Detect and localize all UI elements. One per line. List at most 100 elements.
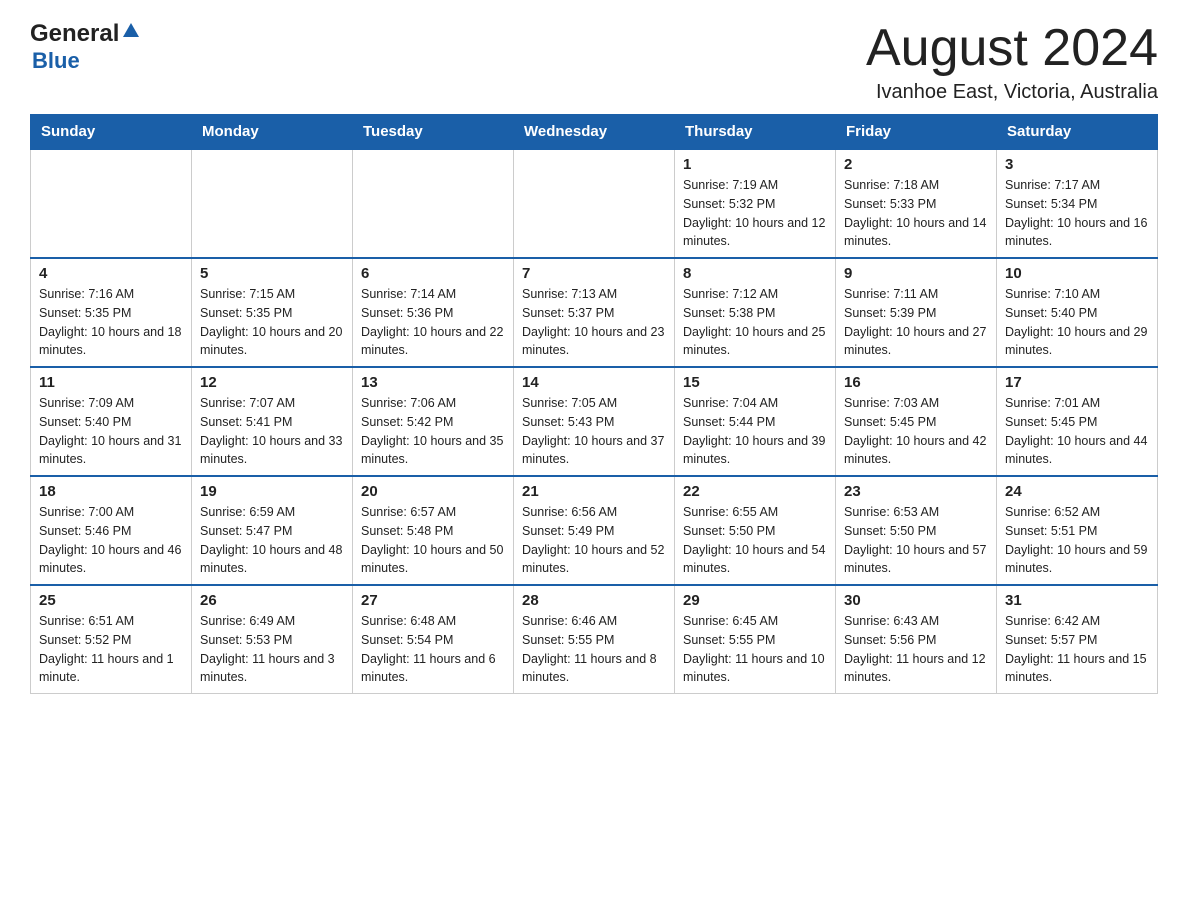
col-friday: Friday (836, 115, 997, 150)
day-number: 7 (522, 265, 666, 282)
calendar-week-row: 4 Sunrise: 7:16 AMSunset: 5:35 PMDaylight… (31, 258, 1158, 367)
day-info: Sunrise: 6:51 AMSunset: 5:52 PMDaylight:… (39, 614, 174, 684)
table-row: 24 Sunrise: 6:52 AMSunset: 5:51 PMDayligh… (997, 476, 1158, 585)
table-row: 9Sunrise: 7:11 AMSunset: 5:39 PMDaylight… (836, 258, 997, 367)
day-info: Sunrise: 6:45 AMSunset: 5:55 PMDaylight:… (683, 614, 825, 684)
table-row: 6Sunrise: 7:14 AMSunset: 5:36 PMDaylight… (353, 258, 514, 367)
table-row: 14Sunrise: 7:05 AMSunset: 5:43 PMDayligh… (514, 367, 675, 476)
col-wednesday: Wednesday (514, 115, 675, 150)
day-info: Sunrise: 6:52 AMSunset: 5:51 PMDaylight:… (1005, 505, 1147, 575)
day-info: Sunrise: 7:18 AMSunset: 5:33 PMDaylight:… (844, 178, 986, 248)
table-row: 16 Sunrise: 7:03 AMSunset: 5:45 PMDayligh… (836, 367, 997, 476)
day-number: 2 (844, 156, 988, 173)
day-info: Sunrise: 6:57 AMSunset: 5:48 PMDaylight:… (361, 505, 503, 575)
table-row: 3 Sunrise: 7:17 AMSunset: 5:34 PMDaylight… (997, 149, 1158, 258)
calendar-week-row: 1 Sunrise: 7:19 AMSunset: 5:32 PMDaylight… (31, 149, 1158, 258)
day-number: 29 (683, 592, 827, 609)
table-row: 12 Sunrise: 7:07 AMSunset: 5:41 PMDayligh… (192, 367, 353, 476)
day-number: 17 (1005, 374, 1149, 391)
table-row: 8 Sunrise: 7:12 AMSunset: 5:38 PMDaylight… (675, 258, 836, 367)
table-row: 31Sunrise: 6:42 AMSunset: 5:57 PMDayligh… (997, 585, 1158, 694)
table-row: 19 Sunrise: 6:59 AMSunset: 5:47 PMDayligh… (192, 476, 353, 585)
table-row: 13 Sunrise: 7:06 AMSunset: 5:42 PMDayligh… (353, 367, 514, 476)
page-header: General Blue August 2024 Ivanhoe East, V… (30, 20, 1158, 104)
day-info: Sunrise: 6:48 AMSunset: 5:54 PMDaylight:… (361, 614, 496, 684)
day-info: Sunrise: 7:12 AMSunset: 5:38 PMDaylight:… (683, 287, 825, 357)
calendar-week-row: 25Sunrise: 6:51 AMSunset: 5:52 PMDayligh… (31, 585, 1158, 694)
table-row: 29 Sunrise: 6:45 AMSunset: 5:55 PMDayligh… (675, 585, 836, 694)
day-info: Sunrise: 7:01 AMSunset: 5:45 PMDaylight:… (1005, 396, 1147, 466)
day-info: Sunrise: 6:53 AMSunset: 5:50 PMDaylight:… (844, 505, 986, 575)
table-row: 18Sunrise: 7:00 AMSunset: 5:46 PMDayligh… (31, 476, 192, 585)
table-row: 2 Sunrise: 7:18 AMSunset: 5:33 PMDaylight… (836, 149, 997, 258)
table-row: 7 Sunrise: 7:13 AMSunset: 5:37 PMDaylight… (514, 258, 675, 367)
day-info: Sunrise: 6:59 AMSunset: 5:47 PMDaylight:… (200, 505, 342, 575)
col-tuesday: Tuesday (353, 115, 514, 150)
table-row: 22 Sunrise: 6:55 AMSunset: 5:50 PMDayligh… (675, 476, 836, 585)
table-row (31, 149, 192, 258)
day-number: 3 (1005, 156, 1149, 173)
table-row: 1 Sunrise: 7:19 AMSunset: 5:32 PMDaylight… (675, 149, 836, 258)
col-monday: Monday (192, 115, 353, 150)
col-thursday: Thursday (675, 115, 836, 150)
day-number: 12 (200, 374, 344, 391)
day-info: Sunrise: 6:49 AMSunset: 5:53 PMDaylight:… (200, 614, 335, 684)
calendar-week-row: 18Sunrise: 7:00 AMSunset: 5:46 PMDayligh… (31, 476, 1158, 585)
day-number: 21 (522, 483, 666, 500)
day-info: Sunrise: 7:10 AMSunset: 5:40 PMDaylight:… (1005, 287, 1147, 357)
day-info: Sunrise: 7:16 AMSunset: 5:35 PMDaylight:… (39, 287, 181, 357)
table-row: 26Sunrise: 6:49 AMSunset: 5:53 PMDayligh… (192, 585, 353, 694)
day-info: Sunrise: 7:07 AMSunset: 5:41 PMDaylight:… (200, 396, 342, 466)
table-row: 27 Sunrise: 6:48 AMSunset: 5:54 PMDayligh… (353, 585, 514, 694)
title-block: August 2024 Ivanhoe East, Victoria, Aust… (866, 20, 1158, 104)
day-number: 28 (522, 592, 666, 609)
day-number: 9 (844, 265, 988, 282)
table-row: 21Sunrise: 6:56 AMSunset: 5:49 PMDayligh… (514, 476, 675, 585)
day-info: Sunrise: 7:19 AMSunset: 5:32 PMDaylight:… (683, 178, 825, 248)
table-row: 4 Sunrise: 7:16 AMSunset: 5:35 PMDaylight… (31, 258, 192, 367)
table-row: 15 Sunrise: 7:04 AMSunset: 5:44 PMDayligh… (675, 367, 836, 476)
day-number: 5 (200, 265, 344, 282)
table-row: 25Sunrise: 6:51 AMSunset: 5:52 PMDayligh… (31, 585, 192, 694)
table-row: 28 Sunrise: 6:46 AMSunset: 5:55 PMDayligh… (514, 585, 675, 694)
logo-general-text: General (30, 20, 119, 48)
day-info: Sunrise: 6:55 AMSunset: 5:50 PMDaylight:… (683, 505, 825, 575)
day-info: Sunrise: 7:13 AMSunset: 5:37 PMDaylight:… (522, 287, 664, 357)
calendar-table: Sunday Monday Tuesday Wednesday Thursday… (30, 114, 1158, 694)
table-row: 11Sunrise: 7:09 AMSunset: 5:40 PMDayligh… (31, 367, 192, 476)
day-number: 1 (683, 156, 827, 173)
day-info: Sunrise: 7:03 AMSunset: 5:45 PMDaylight:… (844, 396, 986, 466)
day-number: 27 (361, 592, 505, 609)
day-number: 22 (683, 483, 827, 500)
day-info: Sunrise: 6:46 AMSunset: 5:55 PMDaylight:… (522, 614, 657, 684)
day-number: 24 (1005, 483, 1149, 500)
calendar-week-row: 11Sunrise: 7:09 AMSunset: 5:40 PMDayligh… (31, 367, 1158, 476)
table-row: 23Sunrise: 6:53 AMSunset: 5:50 PMDayligh… (836, 476, 997, 585)
subtitle: Ivanhoe East, Victoria, Australia (866, 81, 1158, 104)
day-info: Sunrise: 7:14 AMSunset: 5:36 PMDaylight:… (361, 287, 503, 357)
day-number: 19 (200, 483, 344, 500)
table-row: 17 Sunrise: 7:01 AMSunset: 5:45 PMDayligh… (997, 367, 1158, 476)
day-info: Sunrise: 7:04 AMSunset: 5:44 PMDaylight:… (683, 396, 825, 466)
table-row (192, 149, 353, 258)
day-number: 8 (683, 265, 827, 282)
day-number: 30 (844, 592, 988, 609)
day-number: 11 (39, 374, 183, 391)
day-number: 20 (361, 483, 505, 500)
day-info: Sunrise: 7:15 AMSunset: 5:35 PMDaylight:… (200, 287, 342, 357)
day-number: 4 (39, 265, 183, 282)
day-number: 13 (361, 374, 505, 391)
table-row: 5 Sunrise: 7:15 AMSunset: 5:35 PMDaylight… (192, 258, 353, 367)
logo-blue-text: Blue (32, 48, 80, 74)
day-info: Sunrise: 7:17 AMSunset: 5:34 PMDaylight:… (1005, 178, 1147, 248)
day-number: 18 (39, 483, 183, 500)
col-saturday: Saturday (997, 115, 1158, 150)
day-number: 14 (522, 374, 666, 391)
day-number: 15 (683, 374, 827, 391)
col-sunday: Sunday (31, 115, 192, 150)
main-title: August 2024 (866, 20, 1158, 77)
day-number: 16 (844, 374, 988, 391)
day-info: Sunrise: 6:43 AMSunset: 5:56 PMDaylight:… (844, 614, 986, 684)
table-row (353, 149, 514, 258)
day-info: Sunrise: 7:06 AMSunset: 5:42 PMDaylight:… (361, 396, 503, 466)
